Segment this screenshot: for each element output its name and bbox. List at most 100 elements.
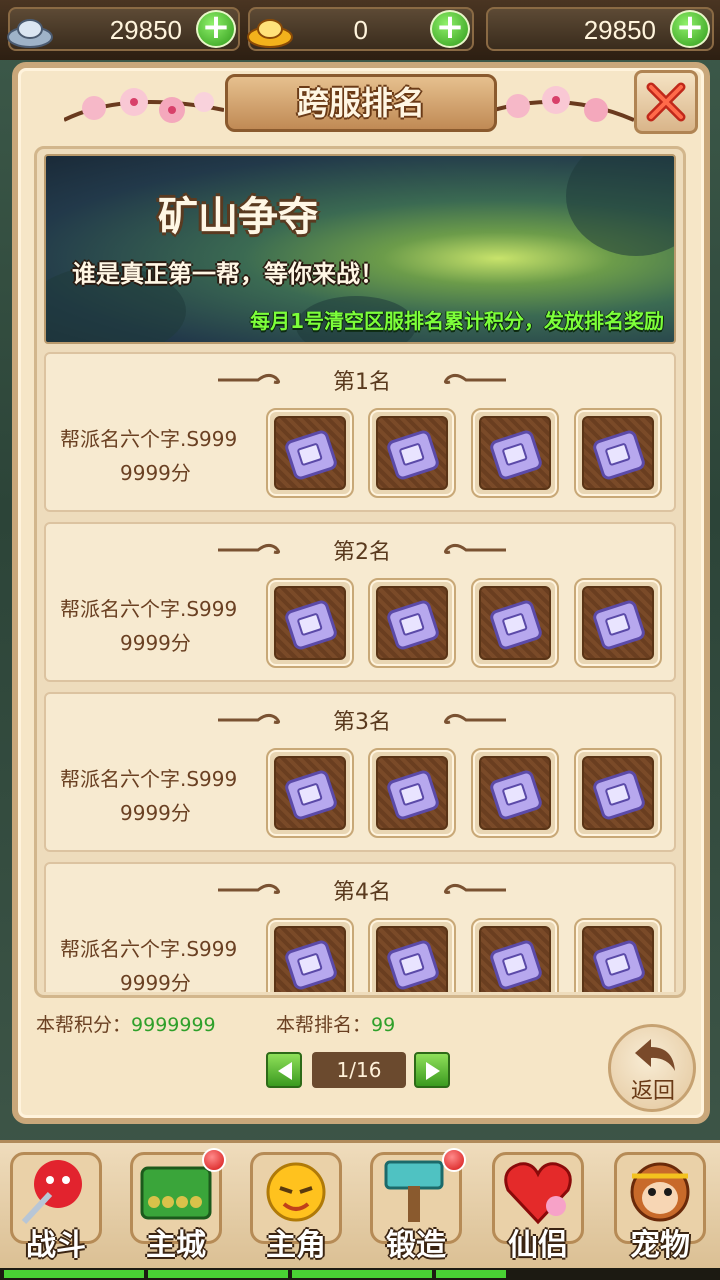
gold-value: 0 (353, 15, 368, 45)
nav-city[interactable]: 主城 (124, 1148, 228, 1266)
city-icon (140, 1166, 212, 1220)
close-icon (646, 82, 686, 122)
nav-forge-label: 锻造 (386, 1228, 446, 1263)
nav-battle[interactable]: 战斗 (4, 1148, 108, 1266)
reward-slot[interactable] (266, 748, 354, 838)
reward-scroll-icon (593, 940, 645, 990)
battle-icon (21, 1160, 82, 1225)
reward-slot[interactable] (368, 408, 456, 498)
add-third-currency-button[interactable]: + (670, 10, 710, 48)
rank-card: 第1名 帮派名六个字.S999 9999分 (44, 352, 676, 512)
guild-score: 9999分 (120, 801, 191, 825)
nav-pet-label: 宠物 (630, 1228, 690, 1263)
reward-slot[interactable] (471, 408, 559, 498)
guild-info: 帮派名六个字.S999 9999分 (60, 592, 266, 660)
ranking-list[interactable]: 第1名 帮派名六个字.S999 9999分 第2名 帮派名六个字.S999 99… (44, 352, 676, 992)
reward-slot[interactable] (266, 918, 354, 992)
reward-scroll-icon (387, 600, 439, 650)
reward-slot[interactable] (574, 918, 662, 992)
swirl-ornament-icon (443, 373, 506, 384)
experience-bar (0, 1268, 720, 1280)
add-gold-button[interactable]: + (430, 10, 470, 48)
guild-score: 9999分 (120, 631, 191, 655)
blossom-decoration-right-icon (494, 86, 634, 122)
silver-currency: 29850 + (7, 7, 240, 51)
hero-icon (266, 1162, 326, 1222)
guild-name: 帮派名六个字.S999 (60, 427, 238, 451)
nav-forge[interactable]: 锻造 (364, 1148, 468, 1266)
reward-scroll-icon (387, 770, 439, 820)
gold-currency: 0 + (247, 7, 474, 51)
heart-icon (504, 1162, 572, 1225)
guild-score: 9999分 (120, 461, 191, 485)
guild-info: 帮派名六个字.S999 9999分 (60, 422, 266, 490)
add-silver-button[interactable]: + (196, 10, 236, 48)
guild-score-label: 本帮积分： (36, 1014, 132, 1036)
return-arrow-icon (635, 1039, 675, 1071)
swirl-ornament-icon (443, 713, 506, 724)
back-label: 返回 (630, 1079, 675, 1104)
nav-hero[interactable]: 主角 (244, 1148, 348, 1266)
reward-scroll-icon (490, 600, 542, 650)
guild-name: 帮派名六个字.S999 (60, 767, 238, 791)
reward-scroll-icon (387, 940, 439, 990)
rank-label: 第3名 (333, 710, 391, 735)
rank-label: 第4名 (333, 880, 391, 905)
reward-slot[interactable] (266, 408, 354, 498)
notification-dot (202, 1148, 226, 1172)
event-banner: 矿山争夺 谁是真正第一帮，等你来战！ 每月1号清空区服排名累计积分，发放排名奖励 (44, 154, 676, 344)
guild-score-info: 本帮积分：9999999 (36, 1010, 216, 1037)
swirl-ornament-icon (443, 543, 506, 554)
next-page-button[interactable] (414, 1052, 450, 1088)
reward-scroll-icon (593, 430, 645, 480)
monkey-pet-icon (630, 1162, 690, 1222)
reward-scroll-icon (285, 770, 337, 820)
guild-rank-value: 99 (371, 1014, 396, 1036)
reward-slot[interactable] (471, 748, 559, 838)
reward-slot[interactable] (266, 578, 354, 668)
third-currency-value: 29850 (583, 15, 656, 45)
reward-slot[interactable] (471, 578, 559, 668)
reward-scroll-icon (285, 600, 337, 650)
arrow-right-icon (426, 1062, 440, 1080)
reward-slot[interactable] (574, 578, 662, 668)
third-currency: 29850 + (486, 7, 714, 51)
reward-scroll-icon (285, 430, 337, 480)
reward-scroll-icon (387, 430, 439, 480)
nav-city-label: 主城 (146, 1228, 206, 1263)
guild-name: 帮派名六个字.S999 (60, 937, 238, 961)
rank-card: 第3名 帮派名六个字.S999 9999分 (44, 692, 676, 852)
reward-scroll-icon (490, 940, 542, 990)
nav-partner-label: 仙侣 (508, 1228, 568, 1263)
silver-value: 29850 (109, 15, 182, 45)
arrow-left-icon (278, 1062, 292, 1080)
reward-scroll-icon (490, 770, 542, 820)
guild-info: 帮派名六个字.S999 9999分 (60, 932, 266, 992)
guild-name: 帮派名六个字.S999 (60, 597, 238, 621)
reward-scroll-icon (285, 940, 337, 990)
reward-slot[interactable] (368, 918, 456, 992)
gold-ingot-icon (247, 19, 293, 48)
reward-slot[interactable] (574, 408, 662, 498)
close-button[interactable] (634, 70, 698, 134)
nav-pet[interactable]: 宠物 (608, 1148, 712, 1266)
reward-slot[interactable] (574, 748, 662, 838)
reward-slot[interactable] (471, 918, 559, 992)
back-button[interactable]: 返回 (608, 1024, 696, 1112)
nav-battle-label: 战斗 (26, 1228, 86, 1263)
reward-slot[interactable] (368, 578, 456, 668)
prev-page-button[interactable] (266, 1052, 302, 1088)
nav-partner[interactable]: 仙侣 (486, 1148, 590, 1266)
panel-title-plaque: 跨服排名 (225, 74, 497, 132)
reward-scroll-icon (593, 600, 645, 650)
reward-scroll-icon (593, 770, 645, 820)
notification-dot (442, 1148, 466, 1172)
reward-slot[interactable] (368, 748, 456, 838)
guild-rank-info: 本帮排名：99 (276, 1010, 395, 1037)
guild-info: 帮派名六个字.S999 9999分 (60, 762, 266, 830)
silver-ingot-icon (7, 19, 53, 48)
rank-card: 第2名 帮派名六个字.S999 9999分 (44, 522, 676, 682)
swirl-ornament-icon (443, 883, 506, 894)
forge-hammer-icon (384, 1160, 444, 1222)
rank-card: 第4名 帮派名六个字.S999 9999分 (44, 862, 676, 992)
